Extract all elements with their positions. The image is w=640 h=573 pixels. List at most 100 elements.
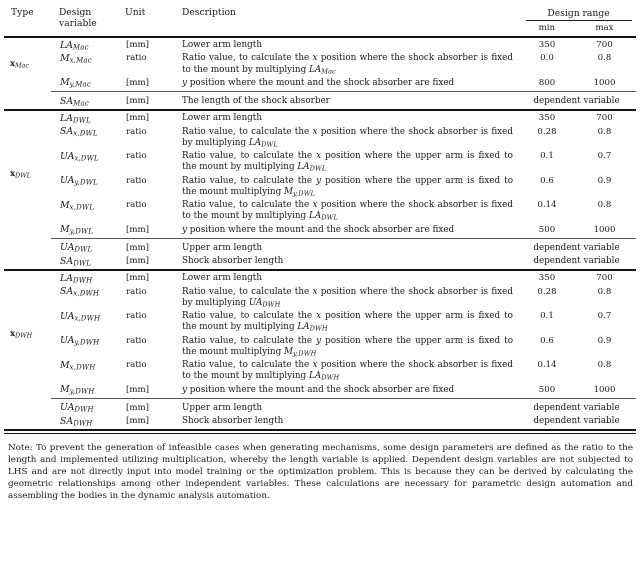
design-variable-cell: My,DWL	[60, 224, 94, 236]
min-cell: 800	[538, 77, 556, 88]
table-row-dependent: SADWH [mm] Shock absorber length dependent …	[4, 414, 636, 428]
max-cell: 1000	[593, 384, 616, 395]
table-row-dependent: UADWH [mm] Upper arm length dependent varia…	[4, 401, 636, 414]
header-description: Description	[182, 7, 236, 18]
type-label: xMac	[10, 57, 29, 70]
design-variable-cell: SAx,DWL	[60, 126, 98, 138]
design-variable-cell: Mx,DWL	[60, 199, 95, 212]
type-spacer	[4, 94, 51, 107]
description-cell: Upper arm length	[182, 242, 262, 253]
description-cell: Lower arm length	[182, 273, 262, 284]
design-variable-cell: Mx,Mac	[60, 52, 92, 65]
table-body: xMac LAMac [mm] Lower arm length 350 700 Mx,Ma…	[4, 36, 636, 435]
table-row: UAx,DWH ratio Ratio value, to calculate th…	[4, 309, 636, 334]
description-cell: Ratio value, to calculate the x position…	[182, 286, 513, 309]
min-cell: 0.1	[540, 311, 554, 321]
table-row: SAx,DWH ratio Ratio value, to calculate th…	[4, 285, 636, 310]
table-row: UAy,DWH ratio Ratio value, to calculate th…	[4, 334, 636, 359]
min-cell: 0.14	[537, 360, 557, 370]
min-cell: 0.6	[540, 175, 554, 186]
description-cell: y position where the mount and the shock…	[182, 384, 455, 395]
header-unit: Unit	[125, 7, 146, 18]
table-row: Mx,Mac ratio Ratio value, to calculate the…	[4, 51, 636, 76]
max-cell: 0.8	[597, 53, 612, 64]
max-cell: 700	[596, 40, 613, 50]
design-variable-cell: UAy,DWL	[60, 175, 98, 187]
unit-cell: ratio	[126, 311, 147, 321]
unit-cell: [mm]	[126, 384, 150, 395]
dependent-variable-cell: dependent variable	[533, 242, 620, 253]
table-row-dependent: UADWL [mm] Upper arm length dependent varia…	[4, 241, 636, 254]
unit-cell: ratio	[126, 360, 147, 370]
min-cell: 350	[538, 113, 556, 124]
description-cell: Shock absorber length	[182, 256, 284, 266]
max-cell: 0.8	[597, 360, 612, 370]
description-cell: Ratio value, to calculate the x position…	[182, 126, 513, 149]
design-variable-cell: SAx,DWH	[60, 286, 100, 298]
description-cell: Lower arm length	[182, 113, 262, 124]
header-design-variable: Design variable	[51, 0, 122, 37]
min-cell: 500	[538, 224, 556, 235]
table-row: UAx,DWL ratio Ratio value, to calculate th…	[4, 149, 636, 174]
unit-cell: ratio	[126, 335, 147, 346]
max-cell: 0.8	[597, 200, 612, 210]
type-spacer	[4, 241, 51, 268]
table-row-dependent: SAMac [mm] The length of the shock absorbe…	[4, 94, 636, 108]
max-cell: 0.9	[597, 175, 612, 186]
description-cell: y position where the mount and the shock…	[182, 224, 455, 235]
min-cell: 0.28	[537, 126, 557, 137]
description-cell: Shock absorber length	[182, 416, 284, 426]
header-type: Type	[11, 7, 34, 18]
min-cell: 0.6	[540, 335, 554, 346]
unit-cell: ratio	[126, 200, 147, 210]
unit-cell: ratio	[126, 126, 147, 137]
description-cell: Ratio value, to calculate the x position…	[182, 151, 513, 173]
description-cell: Ratio value, to calculate the y position…	[182, 175, 513, 198]
design-variable-cell: LADWH	[60, 272, 93, 285]
type-label: xDWL	[10, 167, 31, 180]
dependent-variable-cell: dependent variable	[533, 402, 620, 413]
table-row: My,DWL [mm] y position where the mount and…	[4, 223, 636, 236]
max-cell: 0.7	[597, 151, 612, 161]
type-spacer	[4, 401, 51, 428]
header-range-rule	[526, 20, 632, 21]
header-design-range: Design range	[547, 8, 610, 19]
description-cell: Ratio value, to calculate the x position…	[182, 53, 513, 76]
description-cell: The length of the shock absorber	[182, 96, 330, 106]
min-cell: 350	[538, 40, 556, 50]
unit-cell: [mm]	[126, 77, 150, 88]
rule-bottom-double	[4, 429, 636, 435]
max-cell: 0.8	[597, 126, 612, 137]
type-label: xDWH	[10, 327, 33, 340]
unit-cell: [mm]	[126, 273, 150, 284]
design-variable-cell: My,Mac	[60, 77, 91, 89]
table-row: xMac LAMac [mm] Lower arm length 350 700	[4, 38, 636, 70]
table-note: Note: To prevent the generation of infea…	[8, 443, 633, 501]
min-cell: 0.0	[540, 53, 554, 64]
header-design-range-group: Design range min max	[521, 0, 636, 37]
table-page: Type Design variable Unit Description De…	[0, 0, 640, 573]
design-variable-table: Type Design variable Unit Description De…	[4, 0, 636, 435]
header-design-variable-line2: variable	[59, 17, 97, 29]
max-cell: 700	[596, 113, 613, 124]
design-variable-cell: SADWH	[60, 415, 93, 428]
design-variable-cell: UAy,DWH	[60, 335, 100, 347]
max-cell: 0.9	[597, 335, 612, 346]
max-cell: 1000	[593, 224, 616, 235]
max-cell: 700	[596, 273, 613, 284]
description-cell: Ratio value, to calculate the x position…	[182, 360, 513, 382]
unit-cell: ratio	[126, 286, 147, 297]
table-row: xDWH LADWH [mm] Lower arm length 350 700	[4, 271, 636, 340]
max-cell: 1000	[593, 77, 616, 88]
table-row: My,Mac [mm] y position where the mount and…	[4, 76, 636, 89]
design-variable-cell: UAx,DWL	[60, 150, 99, 163]
min-cell: 0.14	[537, 200, 557, 210]
design-variable-cell: SAMac	[60, 95, 89, 108]
table-row: xDWL LADWL [mm] Lower arm length 350 700	[4, 111, 636, 180]
max-cell: 0.8	[597, 286, 612, 297]
table-row-dependent: SADWL [mm] Shock absorber length dependent …	[4, 254, 636, 268]
unit-cell: [mm]	[126, 224, 150, 235]
header-min: min	[538, 23, 556, 33]
description-cell: Ratio value, to calculate the x position…	[182, 200, 513, 222]
design-variable-cell: My,DWH	[60, 384, 95, 396]
